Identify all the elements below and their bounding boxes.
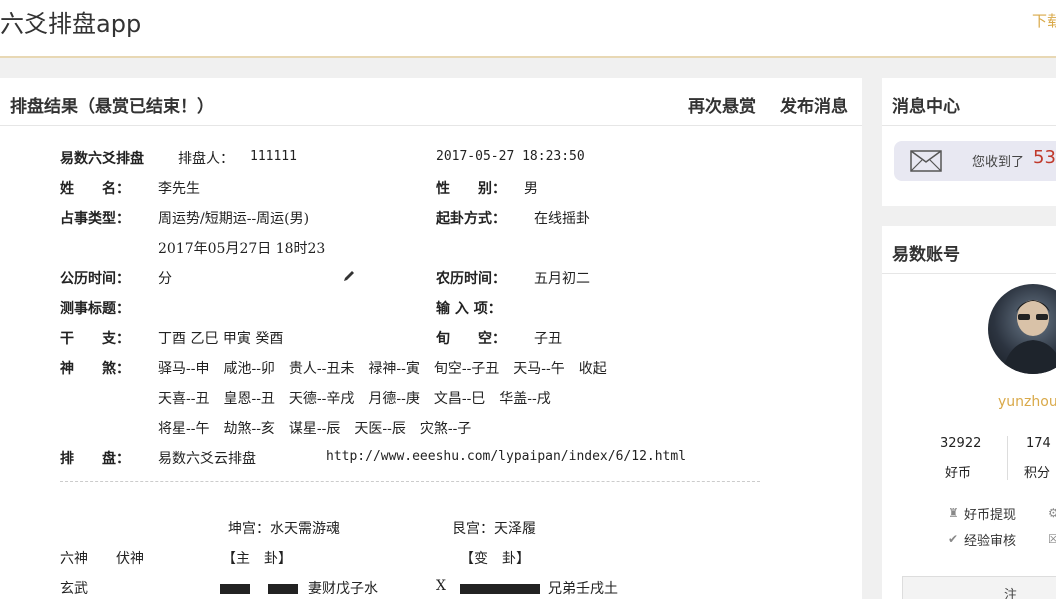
result-panel: 排盘结果（悬赏已结束！） 再次悬赏 发布消息 易数六爻排盘 排盘人： 11111… [0,78,862,599]
stats-separator [1007,436,1008,480]
withdraw-link[interactable]: 好币提现 [964,504,1016,523]
login-button-area[interactable] [902,576,1056,599]
coins-value: 32922 [940,436,982,451]
avatar-portrait-icon [1002,300,1056,374]
name-value: 李先生 [158,181,200,197]
message-center-title: 消息中心 [892,97,960,117]
reoffer-button[interactable]: 再次悬赏 [688,92,756,117]
change-gua-label: 【变 卦】 [460,551,530,567]
publish-button[interactable]: 发布消息 [780,92,848,117]
page-title: 排盘结果（悬赏已结束！） [10,97,214,117]
col-liushen: 六神 [60,551,88,567]
top-bar: 六爻排盘app 下载 [0,0,1056,58]
xunkong-label: 旬 空： [436,331,506,347]
main-gua-label: 【主 卦】 [222,551,292,567]
points-value: 174 [1026,436,1051,451]
download-link[interactable]: 下载 [1032,10,1056,31]
main-yao-right-segment [268,584,298,594]
shensha-line: 将星--午 劫煞--亥 谋星--辰 天医--辰 灾煞--子 [158,421,472,437]
main-palace: 坤宫：水天需游魂 [228,521,340,537]
check-icon: ✔ [948,532,959,546]
paipan-value: 易数六爻云排盘 [158,451,256,467]
col-fushen: 伏神 [116,551,144,567]
account-panel: 易数账号 yunzhou 32922 好币 174 积分 ♜ 好币提现 ✔ 经验… [882,226,1056,599]
row-liushen: 玄武 [60,581,88,597]
method-title: 易数六爻排盘 [60,151,144,167]
result-panel-header: 排盘结果（悬赏已结束！） 再次悬赏 发布消息 [0,78,862,126]
datetime: 2017-05-27 18:23:50 [436,149,585,164]
shensha-label: 神 煞： [60,361,130,377]
coins-label: 好币 [945,466,972,481]
points-label: 积分 [1024,466,1051,481]
shensha-line: 天喜--丑 皇恩--丑 天德--辛戌 月德--庚 文昌--巳 华盖--戌 [158,391,551,407]
account-header: 易数账号 [882,226,1056,274]
subject-label: 测事标题： [60,301,130,317]
ganzhi-label: 干 支： [60,331,130,347]
date-line: 2017年05月27日 18时23 [158,241,326,257]
divider [60,481,760,482]
envelope-icon [910,150,942,172]
input-label: 输 入 项： [436,301,502,317]
xunkong-value: 子丑 [534,331,562,347]
name-label: 姓 名： [60,181,130,197]
message-center-header: 消息中心 [882,78,1056,126]
message-text: 您收到了 [972,155,1025,170]
cast-method-label: 起卦方式： [436,211,506,227]
paipan-url[interactable]: http://www.eeeshu.com/lypaipan/index/6/1… [326,449,686,464]
lunar-time-label: 农历时间： [436,271,506,287]
creator-label: 排盘人： [178,151,234,167]
username[interactable]: yunzhou [998,394,1056,410]
creator-value: 111111 [250,149,297,164]
window-icon: ☒ [1048,532,1056,546]
topic-value: 周运势/短期运--周运(男) [158,211,310,227]
main-yao-left-segment [220,584,250,594]
app-title: 六爻排盘app [0,10,142,38]
trophy-icon: ♜ [948,506,959,520]
cast-method-value: 在线摇卦 [534,211,590,227]
change-palace: 艮宫：天泽履 [452,521,536,537]
lunar-time-value: 五月初二 [534,271,590,287]
solar-time-value: 分 [158,271,172,287]
shensha-line: 驿马--申 咸池--卯 贵人--丑未 禄神--寅 旬空--子丑 天马--午 收起 [158,361,607,377]
message-count[interactable]: 53 [1033,147,1056,168]
gender-label: 性 别： [436,181,506,197]
avatar[interactable] [988,284,1056,374]
change-yao-solid [460,584,540,594]
account-title: 易数账号 [892,245,960,265]
solar-time-label: 公历时间： [60,271,130,287]
paipan-label: 排 盘： [60,451,130,467]
main-yao-text: 妻财戊子水 [308,581,378,597]
gear-icon: ⚙ [1048,506,1056,520]
login-label[interactable]: 注 [1004,584,1017,599]
message-center: 消息中心 您收到了 53 [882,78,1056,206]
change-yao-text: 兄弟壬戌土 [548,581,618,597]
review-link[interactable]: 经验审核 [964,530,1016,549]
gender-value: 男 [524,181,538,197]
topic-label: 占事类型： [60,211,130,227]
edit-pencil-icon[interactable] [342,269,356,283]
ganzhi-value: 丁酉 乙巳 甲寅 癸酉 [158,331,284,347]
moving-mark: X [436,578,446,594]
